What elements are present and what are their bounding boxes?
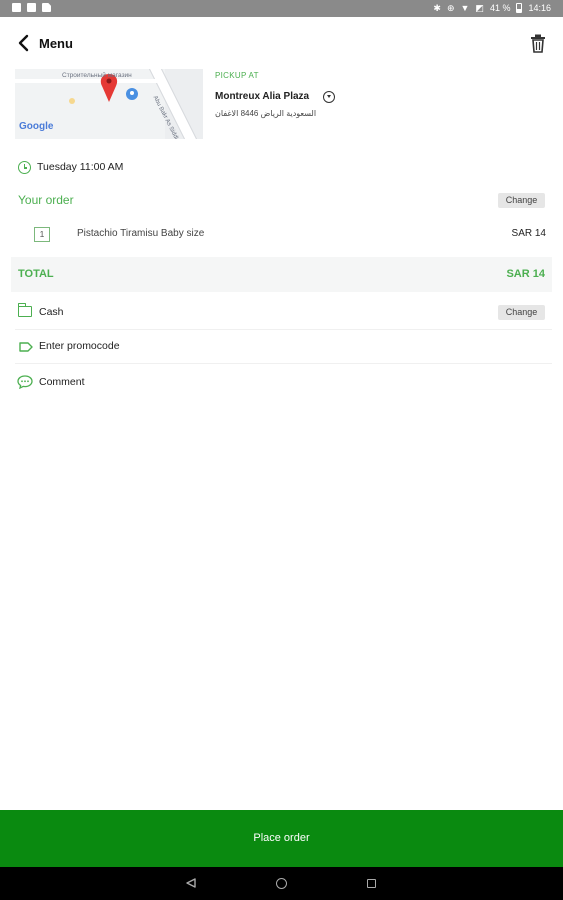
pickup-time: Tuesday 11:00 AM <box>37 161 124 173</box>
comment-icon <box>17 375 33 389</box>
list-item[interactable]: 1 Pistachio Tiramisu Baby size SAR 14 <box>15 222 552 246</box>
battery-icon <box>516 3 523 13</box>
payment-method: Cash <box>39 306 64 318</box>
system-nav-bar <box>0 867 563 900</box>
clock-icon <box>18 161 31 174</box>
tag-icon <box>19 342 33 352</box>
total-label: TOTAL <box>18 268 54 280</box>
wifi-icon: ▼ <box>460 3 470 13</box>
page-title[interactable]: Menu <box>39 36 73 51</box>
battery-percent: 41 % <box>489 3 511 13</box>
item-price: SAR 14 <box>511 228 546 239</box>
status-left <box>12 3 51 12</box>
google-logo: Google <box>19 121 54 132</box>
promocode-row[interactable]: Enter promocode <box>15 330 552 364</box>
promocode-label: Enter promocode <box>39 340 120 352</box>
photo-icon <box>27 3 36 12</box>
change-order-button[interactable]: Change <box>498 193 545 208</box>
data-saver-icon: ⊕ <box>446 3 455 13</box>
total-value: SAR 14 <box>506 268 545 280</box>
pickup-map[interactable]: Строительный магазин Abu Bakr As Siddiq … <box>15 69 203 139</box>
chevron-down-icon[interactable] <box>323 91 335 103</box>
trash-icon[interactable] <box>530 34 546 53</box>
payment-method-row[interactable]: Cash Change <box>15 296 552 330</box>
bluetooth-icon: ✱ <box>433 3 441 13</box>
map-street-label: Строительный магазин <box>62 72 132 79</box>
item-name: Pistachio Tiramisu Baby size <box>77 228 205 239</box>
nav-recents-icon[interactable] <box>367 879 376 888</box>
total-row: TOTAL SAR 14 <box>11 257 552 292</box>
nav-home-icon[interactable] <box>276 878 287 889</box>
app-header: Menu <box>0 17 563 69</box>
pickup-time-row[interactable]: Tuesday 11:00 AM <box>15 156 552 178</box>
chevron-left-icon[interactable] <box>16 33 32 53</box>
comment-label: Comment <box>39 376 85 388</box>
nav-back-icon[interactable] <box>186 878 196 888</box>
comment-row[interactable]: Comment <box>15 366 552 400</box>
change-payment-button[interactable]: Change <box>498 305 545 320</box>
place-order-button[interactable]: Place order <box>0 810 563 867</box>
notification-icon <box>12 3 21 12</box>
status-right: ✱ ⊕ ▼ ◩ 41 % 14:16 <box>433 3 551 13</box>
image-icon <box>42 3 51 12</box>
your-order-heading: Your order <box>18 193 74 207</box>
wallet-icon <box>17 303 32 317</box>
pickup-address: السعودية الرياض 8446 الاغفان <box>215 109 317 118</box>
pickup-location-name[interactable]: Montreux Alia Plaza <box>215 91 309 102</box>
item-quantity[interactable]: 1 <box>34 227 50 242</box>
status-time: 14:16 <box>528 3 551 13</box>
no-sim-icon: ◩ <box>475 3 484 13</box>
pickup-label: PICKUP AT <box>215 71 259 80</box>
status-bar: ✱ ⊕ ▼ ◩ 41 % 14:16 <box>0 0 563 17</box>
